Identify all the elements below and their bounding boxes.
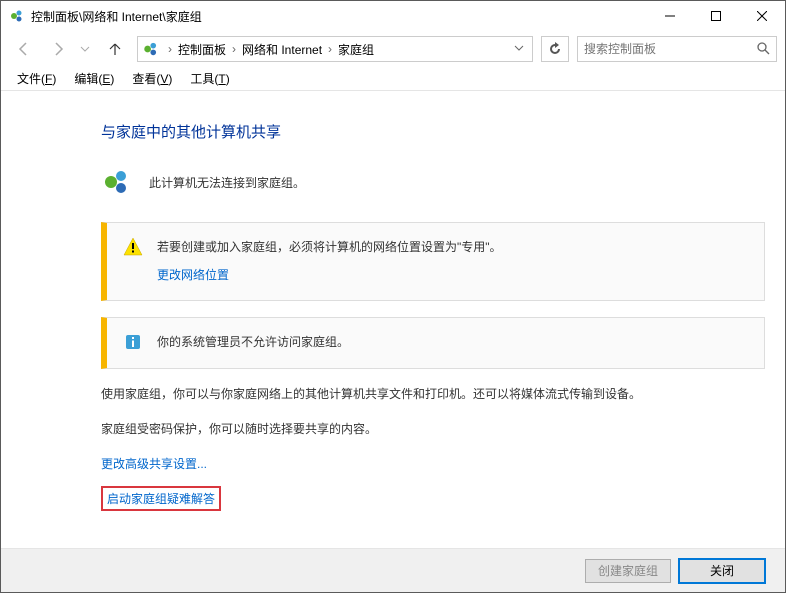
body-text: 使用家庭组，你可以与你家庭网络上的其他计算机共享文件和打印机。还可以将媒体流式传… xyxy=(101,385,765,404)
up-button[interactable] xyxy=(101,35,129,63)
troubleshoot-link[interactable]: 启动家庭组疑难解答 xyxy=(101,486,221,511)
search-icon[interactable] xyxy=(756,41,770,58)
close-button[interactable] xyxy=(739,1,785,31)
search-box[interactable] xyxy=(577,36,777,62)
window-controls xyxy=(647,1,785,31)
forward-button[interactable] xyxy=(43,35,73,63)
advanced-sharing-link[interactable]: 更改高级共享设置... xyxy=(101,455,207,472)
change-network-location-link[interactable]: 更改网络位置 xyxy=(157,265,229,287)
maximize-button[interactable] xyxy=(693,1,739,31)
status-text: 此计算机无法连接到家庭组。 xyxy=(149,174,305,191)
homegroup-title-icon xyxy=(9,8,25,24)
chevron-right-icon[interactable]: › xyxy=(328,42,332,56)
menu-view[interactable]: 查看(V) xyxy=(124,68,180,89)
warning-notice: 若要创建或加入家庭组，必须将计算机的网络位置设置为"专用"。 更改网络位置 xyxy=(101,222,765,301)
breadcrumb: › 控制面板 › 网络和 Internet › 家庭组 xyxy=(166,39,510,60)
warning-icon xyxy=(123,237,143,257)
notice-content: 你的系统管理员不允许访问家庭组。 xyxy=(157,332,349,354)
refresh-button[interactable] xyxy=(541,36,569,62)
breadcrumb-item[interactable]: 控制面板 xyxy=(174,39,230,60)
homegroup-address-icon xyxy=(142,40,160,58)
content-area: 与家庭中的其他计算机共享 此计算机无法连接到家庭组。 若要创建或加入家庭组，必须… xyxy=(1,91,785,523)
search-input[interactable] xyxy=(584,42,756,56)
recent-dropdown[interactable] xyxy=(77,35,93,63)
homegroup-status-icon xyxy=(101,166,133,198)
breadcrumb-item[interactable]: 网络和 Internet xyxy=(238,39,326,60)
info-icon xyxy=(123,332,143,352)
back-button[interactable] xyxy=(9,35,39,63)
address-bar[interactable]: › 控制面板 › 网络和 Internet › 家庭组 xyxy=(137,36,533,62)
breadcrumb-item[interactable]: 家庭组 xyxy=(334,39,378,60)
address-dropdown[interactable] xyxy=(510,42,528,56)
menu-file[interactable]: 文件(F) xyxy=(9,68,64,89)
page-title: 与家庭中的其他计算机共享 xyxy=(101,121,765,142)
navigation-bar: › 控制面板 › 网络和 Internet › 家庭组 xyxy=(1,31,785,67)
titlebar: 控制面板\网络和 Internet\家庭组 xyxy=(1,1,785,31)
notice-text: 若要创建或加入家庭组，必须将计算机的网络位置设置为"专用"。 xyxy=(157,237,502,259)
footer: 创建家庭组 关闭 xyxy=(1,548,785,592)
menu-tools[interactable]: 工具(T) xyxy=(182,68,237,89)
chevron-right-icon[interactable]: › xyxy=(168,42,172,56)
menu-bar: 文件(F) 编辑(E) 查看(V) 工具(T) xyxy=(1,67,785,91)
menu-edit[interactable]: 编辑(E) xyxy=(66,68,122,89)
minimize-button[interactable] xyxy=(647,1,693,31)
window-title: 控制面板\网络和 Internet\家庭组 xyxy=(31,8,647,25)
create-homegroup-button[interactable]: 创建家庭组 xyxy=(585,559,671,583)
chevron-right-icon[interactable]: › xyxy=(232,42,236,56)
info-notice: 你的系统管理员不允许访问家庭组。 xyxy=(101,317,765,369)
close-dialog-button[interactable]: 关闭 xyxy=(679,559,765,583)
status-row: 此计算机无法连接到家庭组。 xyxy=(101,166,765,198)
notice-text: 你的系统管理员不允许访问家庭组。 xyxy=(157,332,349,354)
notice-content: 若要创建或加入家庭组，必须将计算机的网络位置设置为"专用"。 更改网络位置 xyxy=(157,237,502,286)
body-text: 家庭组受密码保护，你可以随时选择要共享的内容。 xyxy=(101,420,765,439)
